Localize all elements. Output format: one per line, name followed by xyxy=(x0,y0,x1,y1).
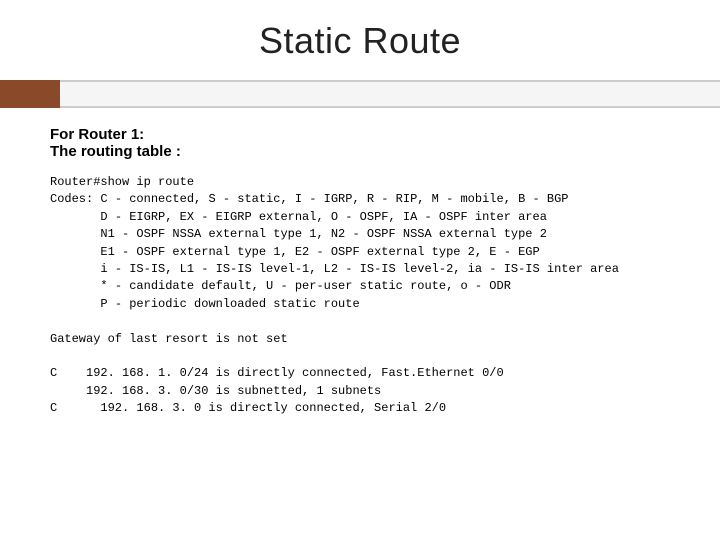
codes-4: E1 - OSPF external type 1, E2 - OSPF ext… xyxy=(100,245,539,259)
accent-bar xyxy=(0,80,720,108)
route-line-3: C 192. 168. 3. 0 is directly connected, … xyxy=(50,401,446,415)
codes-1: C - connected, S - static, I - IGRP, R -… xyxy=(100,192,568,206)
indent xyxy=(50,279,100,293)
indent xyxy=(50,297,100,311)
route-line-2: 192. 168. 3. 0/30 is subnetted, 1 subnet… xyxy=(50,384,381,398)
cmd-line: Router#show ip route xyxy=(50,175,194,189)
terminal-output: Router#show ip route Codes: C - connecte… xyxy=(50,174,670,417)
codes-6: * - candidate default, U - per-user stat… xyxy=(100,279,510,293)
codes-7: P - periodic downloaded static route xyxy=(100,297,359,311)
codes-2: D - EIGRP, EX - EIGRP external, O - OSPF… xyxy=(100,210,546,224)
indent xyxy=(50,210,100,224)
accent-left-block xyxy=(0,80,60,108)
route-line-1: C 192. 168. 1. 0/24 is directly connecte… xyxy=(50,366,504,380)
slide-title: Static Route xyxy=(0,20,720,62)
codes-prefix: Codes: xyxy=(50,192,100,206)
slide-body: For Router 1: The routing table : Router… xyxy=(0,108,720,417)
codes-5: i - IS-IS, L1 - IS-IS level-1, L2 - IS-I… xyxy=(100,262,618,276)
indent xyxy=(50,245,100,259)
intro-line-1: For Router 1: xyxy=(50,126,670,143)
intro-line-2: The routing table : xyxy=(50,143,670,160)
slide: Static Route For Router 1: The routing t… xyxy=(0,0,720,540)
indent xyxy=(50,227,100,241)
indent xyxy=(50,262,100,276)
accent-right-band xyxy=(60,80,720,108)
gateway-line: Gateway of last resort is not set xyxy=(50,332,288,346)
codes-3: N1 - OSPF NSSA external type 1, N2 - OSP… xyxy=(100,227,546,241)
